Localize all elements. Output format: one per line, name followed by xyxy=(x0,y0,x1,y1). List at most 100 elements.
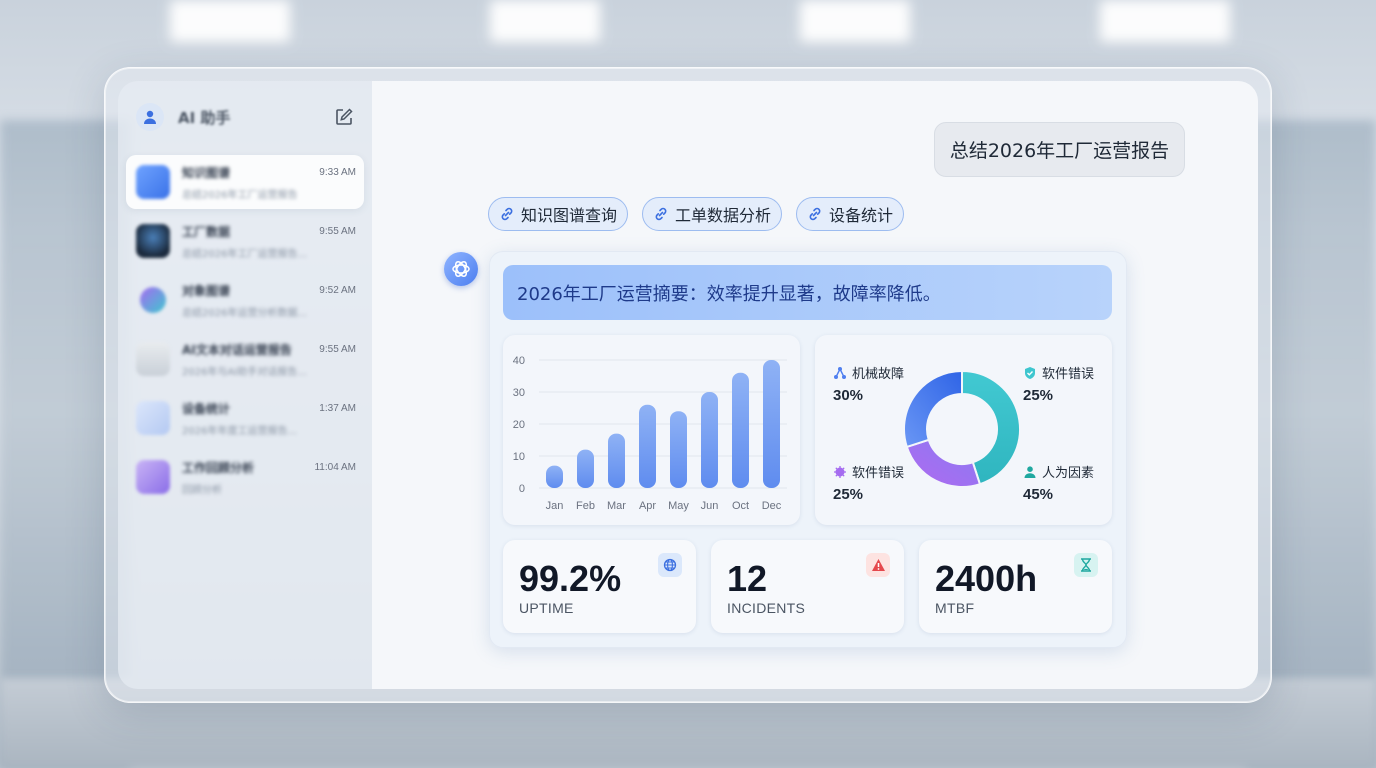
donut-chart-panel: 机械故障 30% 软件错误 25% 软件错误 25% 人为因素 45% xyxy=(815,335,1112,525)
sidebar-header: AI 助手 xyxy=(136,103,354,131)
tool-chip[interactable]: 工单数据分析 xyxy=(642,197,783,231)
stat-label: INCIDENTS xyxy=(727,600,806,616)
conversation-item[interactable]: 设备统计 2026年年度工运营报告... 1:37 AM xyxy=(126,391,364,445)
legend-label: 软件错误 xyxy=(1042,367,1095,382)
bar-chart-panel: 0 10 20 30 40 Jan Feb Mar Apr May Jun Oct Dec xyxy=(503,335,800,525)
new-chat-icon[interactable] xyxy=(334,107,354,127)
ceiling-light xyxy=(800,0,910,42)
conversation-thumbnail xyxy=(136,342,170,376)
bar-jun xyxy=(701,392,718,488)
conversation-preview: 2026年年度工运营报告... xyxy=(182,425,297,437)
y-tick-label: 20 xyxy=(513,419,525,431)
bar-jan xyxy=(546,465,563,488)
bar-chart: 0 10 20 30 40 Jan Feb Mar Apr May Jun Oct Dec xyxy=(513,355,787,512)
sidebar: AI 助手 知识图谱 总结2026年工厂运营报告 9:33 AM 工厂数据 总结… xyxy=(118,81,372,689)
tool-chip[interactable]: 设备统计 xyxy=(796,197,905,231)
x-tick-label: Mar xyxy=(607,500,626,512)
bar-apr xyxy=(639,404,656,488)
legend-software-top: 软件错误 25% xyxy=(1023,363,1094,404)
conversation-thumbnail xyxy=(136,224,170,258)
conversation-preview: 总结2026年工厂运营报告 xyxy=(182,189,298,201)
ai-logo-icon xyxy=(452,261,470,277)
conversation-item[interactable]: 工厂数据 总结2026年工厂运营报告... 9:55 AM xyxy=(126,214,364,268)
conversation-item[interactable]: AI文本对话运营报告 2026年与AI助手对话报告... 9:55 AM xyxy=(126,332,364,386)
bug-icon xyxy=(834,465,846,478)
conversation-preview: 2026年与AI助手对话报告... xyxy=(182,366,307,378)
conversation-item[interactable]: 工作回顾分析 回顾分析 11:04 AM xyxy=(126,450,364,504)
legend-label: 机械故障 xyxy=(852,367,905,382)
chip-label: 知识图谱查询 xyxy=(521,206,618,225)
conversation-item[interactable]: 知识图谱 总结2026年工厂运营报告 9:33 AM xyxy=(126,155,364,209)
person-icon xyxy=(1024,465,1036,478)
conversation-time: 9:55 AM xyxy=(319,344,356,355)
hourglass-icon xyxy=(1074,553,1098,577)
conversation-time: 1:37 AM xyxy=(319,403,356,414)
x-tick-label: Apr xyxy=(639,500,656,512)
bar-dec xyxy=(763,360,780,488)
user-avatar[interactable] xyxy=(136,103,164,131)
x-tick-label: Dec xyxy=(762,500,782,512)
conversation-item[interactable]: 对象图谱 总结2026年运营分析数据... 9:52 AM xyxy=(126,273,364,327)
conversation-list: 知识图谱 总结2026年工厂运营报告 9:33 AM 工厂数据 总结2026年工… xyxy=(126,155,364,509)
y-tick-label: 40 xyxy=(513,355,525,367)
legend-software-bottom: 软件错误 25% xyxy=(833,462,904,503)
conversation-time: 9:33 AM xyxy=(319,167,356,178)
shield-check-icon xyxy=(1025,366,1035,379)
stat-label: MTBF xyxy=(935,600,975,616)
stat-card-mtbf: 2400h MTBF xyxy=(919,540,1112,633)
summary-banner: 2026年工厂运营摘要：效率提升显著，故障率降低。 xyxy=(503,265,1112,320)
stat-card-uptime: 99.2% UPTIME xyxy=(503,540,696,633)
stat-label: UPTIME xyxy=(519,600,574,616)
bar-mar xyxy=(608,433,625,488)
chip-label: 设备统计 xyxy=(829,206,894,225)
x-tick-label: Jun xyxy=(701,500,719,512)
legend-value: 30% xyxy=(833,387,864,404)
conversation-thumbnail xyxy=(136,460,170,494)
legend-value: 45% xyxy=(1023,486,1054,503)
ceiling-light xyxy=(170,0,290,42)
conversation-thumbnail xyxy=(140,287,166,313)
user-icon xyxy=(144,110,156,124)
legend-label: 人为因素 xyxy=(1042,466,1095,481)
stat-value: 12 xyxy=(727,558,768,599)
legend-value: 25% xyxy=(833,486,864,503)
conversation-time: 9:55 AM xyxy=(319,226,356,237)
warning-icon xyxy=(866,553,890,577)
sidebar-title: AI 助手 xyxy=(178,108,231,127)
stat-card-incidents: 12 INCIDENTS xyxy=(711,540,904,633)
chip-label: 工单数据分析 xyxy=(675,206,772,225)
bar-may xyxy=(670,411,687,488)
stat-value: 2400h xyxy=(935,558,1038,599)
y-tick-label: 0 xyxy=(519,483,525,495)
globe-icon xyxy=(658,553,682,577)
slice-mechanical-faults xyxy=(903,369,963,449)
ceiling-light xyxy=(490,0,600,42)
conversation-preview: 回顾分析 xyxy=(182,484,222,496)
conversation-time: 9:52 AM xyxy=(319,285,356,296)
y-tick-label: 10 xyxy=(513,451,525,463)
x-tick-label: Jan xyxy=(546,500,564,512)
legend-label: 软件错误 xyxy=(852,466,905,481)
stat-value: 99.2% xyxy=(519,558,622,599)
tool-chip[interactable]: 知识图谱查询 xyxy=(488,197,629,231)
legend-human: 人为因素 45% xyxy=(1023,462,1094,503)
link-icon xyxy=(501,207,513,221)
x-tick-label: Feb xyxy=(576,500,595,512)
user-message: 总结2026年工厂运营报告 xyxy=(934,122,1185,177)
assistant-avatar xyxy=(444,252,478,286)
conversation-thumbnail xyxy=(136,165,170,199)
conversation-preview: 总结2026年工厂运营报告... xyxy=(182,248,307,260)
legend-value: 25% xyxy=(1023,387,1054,404)
ceiling-light xyxy=(1100,0,1230,42)
x-tick-label: Oct xyxy=(732,500,749,512)
conversation-thumbnail xyxy=(136,401,170,435)
link-icon xyxy=(655,207,667,221)
link-icon xyxy=(809,207,821,221)
x-tick-label: May xyxy=(668,500,689,512)
bar-oct xyxy=(732,372,749,488)
conversation-time: 11:04 AM xyxy=(314,462,356,473)
mechanical-fault-icon xyxy=(834,366,846,379)
bar-feb xyxy=(577,449,594,488)
y-tick-label: 30 xyxy=(513,387,525,399)
legend-mechanical: 机械故障 30% xyxy=(833,363,904,404)
